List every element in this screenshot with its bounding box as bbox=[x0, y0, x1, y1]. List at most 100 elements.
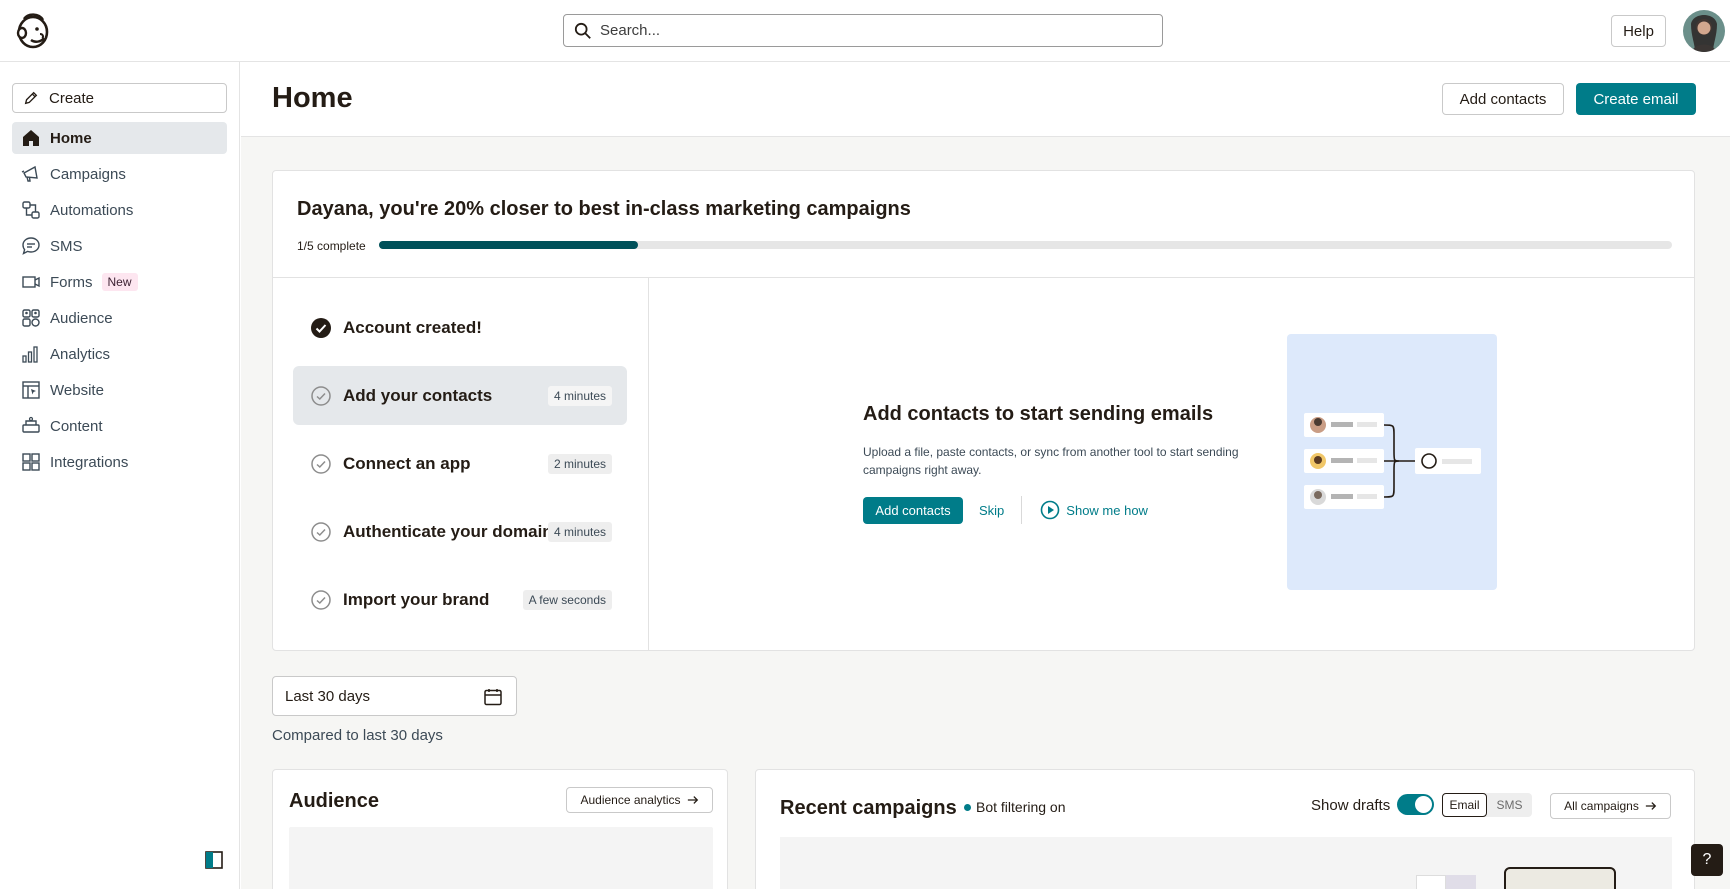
sidebar-item-label: Integrations bbox=[50, 453, 129, 471]
step-label: Add your contacts bbox=[343, 385, 493, 405]
date-range-select[interactable]: Last 30 days bbox=[272, 676, 517, 716]
step-import-brand[interactable]: Import your brand A few seconds bbox=[293, 570, 627, 629]
sidebar-item-label: Analytics bbox=[50, 345, 111, 363]
progress-bar-fill bbox=[379, 241, 638, 249]
progress-label: 1/5 complete bbox=[297, 239, 366, 253]
collapse-sidebar-icon[interactable] bbox=[205, 851, 223, 869]
page-header: Home Add contacts Create email bbox=[241, 62, 1730, 137]
arrow-right-icon bbox=[687, 796, 698, 804]
top-bar: Help bbox=[0, 0, 1730, 62]
audience-analytics-label: Audience analytics bbox=[580, 793, 681, 807]
step-account-created[interactable]: Account created! bbox=[293, 298, 627, 357]
sidebar-item-audience[interactable]: Audience bbox=[12, 302, 227, 334]
calendar-icon bbox=[484, 689, 502, 706]
new-badge: New bbox=[101, 273, 138, 291]
check-circle-outline-icon bbox=[311, 521, 331, 542]
mailchimp-logo-icon[interactable] bbox=[12, 10, 52, 50]
step-detail-panel: Add contacts to start sending emails Upl… bbox=[650, 278, 1694, 650]
website-icon bbox=[20, 379, 42, 401]
sms-icon bbox=[20, 235, 42, 257]
contacts-sync-illustration bbox=[1287, 334, 1497, 590]
skip-link[interactable]: Skip bbox=[979, 503, 1004, 518]
onboarding-title: Dayana, you're 20% closer to best in-cla… bbox=[297, 198, 911, 220]
sidebar-item-home[interactable]: Home bbox=[12, 122, 227, 154]
show-drafts-label: Show drafts bbox=[1311, 797, 1391, 814]
panel-actions: Add contacts Skip Show me how bbox=[863, 496, 1148, 524]
check-circle-outline-icon bbox=[311, 589, 331, 610]
pencil-icon bbox=[24, 91, 38, 105]
add-contacts-button[interactable]: Add contacts bbox=[1442, 83, 1564, 115]
search-bar[interactable] bbox=[563, 14, 1163, 47]
sidebar-item-campaigns[interactable]: Campaigns bbox=[12, 158, 227, 190]
campaign-preview-area bbox=[780, 837, 1672, 889]
search-icon bbox=[574, 22, 591, 39]
sidebar-item-label: Campaigns bbox=[50, 165, 126, 183]
sidebar-item-label: Forms bbox=[50, 273, 93, 291]
step-time-badge: 4 minutes bbox=[547, 521, 612, 542]
search-input[interactable] bbox=[600, 22, 1140, 39]
step-authenticate-domain[interactable]: Authenticate your domain 4 minutes bbox=[293, 502, 627, 561]
sidebar-item-website[interactable]: Website bbox=[12, 374, 227, 406]
all-campaigns-button[interactable]: All campaigns bbox=[1550, 793, 1671, 819]
automations-icon bbox=[20, 199, 42, 221]
sidebar-item-automations[interactable]: Automations bbox=[12, 194, 227, 226]
sidebar-item-label: Content bbox=[50, 417, 103, 435]
all-campaigns-label: All campaigns bbox=[1564, 799, 1639, 813]
check-circle-outline-icon bbox=[311, 453, 331, 474]
create-label: Create bbox=[49, 89, 95, 107]
step-label: Authenticate your domain bbox=[343, 521, 553, 541]
toggle-knob bbox=[1415, 796, 1432, 813]
show-me-how-label: Show me how bbox=[1066, 502, 1148, 518]
sidebar-item-label: Website bbox=[50, 381, 104, 399]
audience-chart-placeholder bbox=[289, 827, 713, 889]
channel-segmented-control: Email SMS bbox=[1442, 793, 1532, 817]
help-button[interactable]: Help bbox=[1611, 15, 1666, 47]
audience-analytics-button[interactable]: Audience analytics bbox=[566, 787, 713, 813]
integrations-icon bbox=[20, 451, 42, 473]
sidebar-item-forms[interactable]: Forms New bbox=[12, 266, 227, 298]
divider bbox=[1021, 496, 1023, 524]
sidebar-item-analytics[interactable]: Analytics bbox=[12, 338, 227, 370]
sidebar-item-label: Home bbox=[50, 129, 92, 147]
analytics-icon bbox=[20, 343, 42, 365]
recent-campaigns-card: Recent campaigns Bot filtering on Show d… bbox=[755, 769, 1695, 889]
arrow-right-icon bbox=[1645, 802, 1657, 810]
step-time-badge: 2 minutes bbox=[547, 453, 612, 474]
audience-icon bbox=[20, 307, 42, 329]
sidebar-item-sms[interactable]: SMS bbox=[12, 230, 227, 262]
onboarding-steps: Account created! Add your contacts 4 min… bbox=[273, 278, 649, 650]
channel-option-sms[interactable]: SMS bbox=[1487, 793, 1532, 817]
forms-icon bbox=[20, 271, 42, 293]
date-range-value: Last 30 days bbox=[285, 687, 371, 705]
sidebar-item-integrations[interactable]: Integrations bbox=[12, 446, 227, 478]
help-float-button[interactable]: ? bbox=[1691, 844, 1723, 876]
sidebar-item-content[interactable]: Content bbox=[12, 410, 227, 442]
panel-add-contacts-button[interactable]: Add contacts bbox=[863, 496, 963, 524]
show-drafts-toggle[interactable] bbox=[1397, 794, 1434, 815]
check-circle-filled-icon bbox=[311, 317, 331, 338]
create-button[interactable]: Create bbox=[12, 83, 227, 113]
play-circle-icon bbox=[1040, 500, 1060, 520]
show-me-how-link[interactable]: Show me how bbox=[1040, 500, 1148, 520]
page-title: Home bbox=[272, 82, 353, 114]
home-icon bbox=[20, 127, 42, 149]
onboarding-card: Dayana, you're 20% closer to best in-cla… bbox=[272, 170, 1695, 651]
step-label: Account created! bbox=[343, 317, 482, 337]
step-add-contacts[interactable]: Add your contacts 4 minutes bbox=[293, 366, 627, 425]
comparison-label: Compared to last 30 days bbox=[272, 727, 443, 744]
audience-title: Audience bbox=[289, 790, 380, 812]
megaphone-icon bbox=[20, 163, 42, 185]
check-circle-outline-icon bbox=[311, 385, 331, 406]
avatar[interactable] bbox=[1683, 10, 1725, 52]
step-connect-app[interactable]: Connect an app 2 minutes bbox=[293, 434, 627, 493]
panel-description: Upload a file, paste contacts, or sync f… bbox=[863, 445, 1239, 477]
preview-thumbnail bbox=[1416, 875, 1446, 889]
step-time-badge: A few seconds bbox=[522, 589, 612, 610]
main-content: Home Add contacts Create email Dayana, y… bbox=[241, 62, 1730, 889]
sidebar-item-label: SMS bbox=[50, 237, 83, 255]
create-email-button[interactable]: Create email bbox=[1576, 83, 1696, 115]
recent-campaigns-title: Recent campaigns bbox=[780, 797, 957, 819]
channel-option-email[interactable]: Email bbox=[1442, 793, 1487, 817]
step-time-badge: 4 minutes bbox=[547, 385, 612, 406]
panel-title: Add contacts to start sending emails bbox=[863, 403, 1214, 425]
